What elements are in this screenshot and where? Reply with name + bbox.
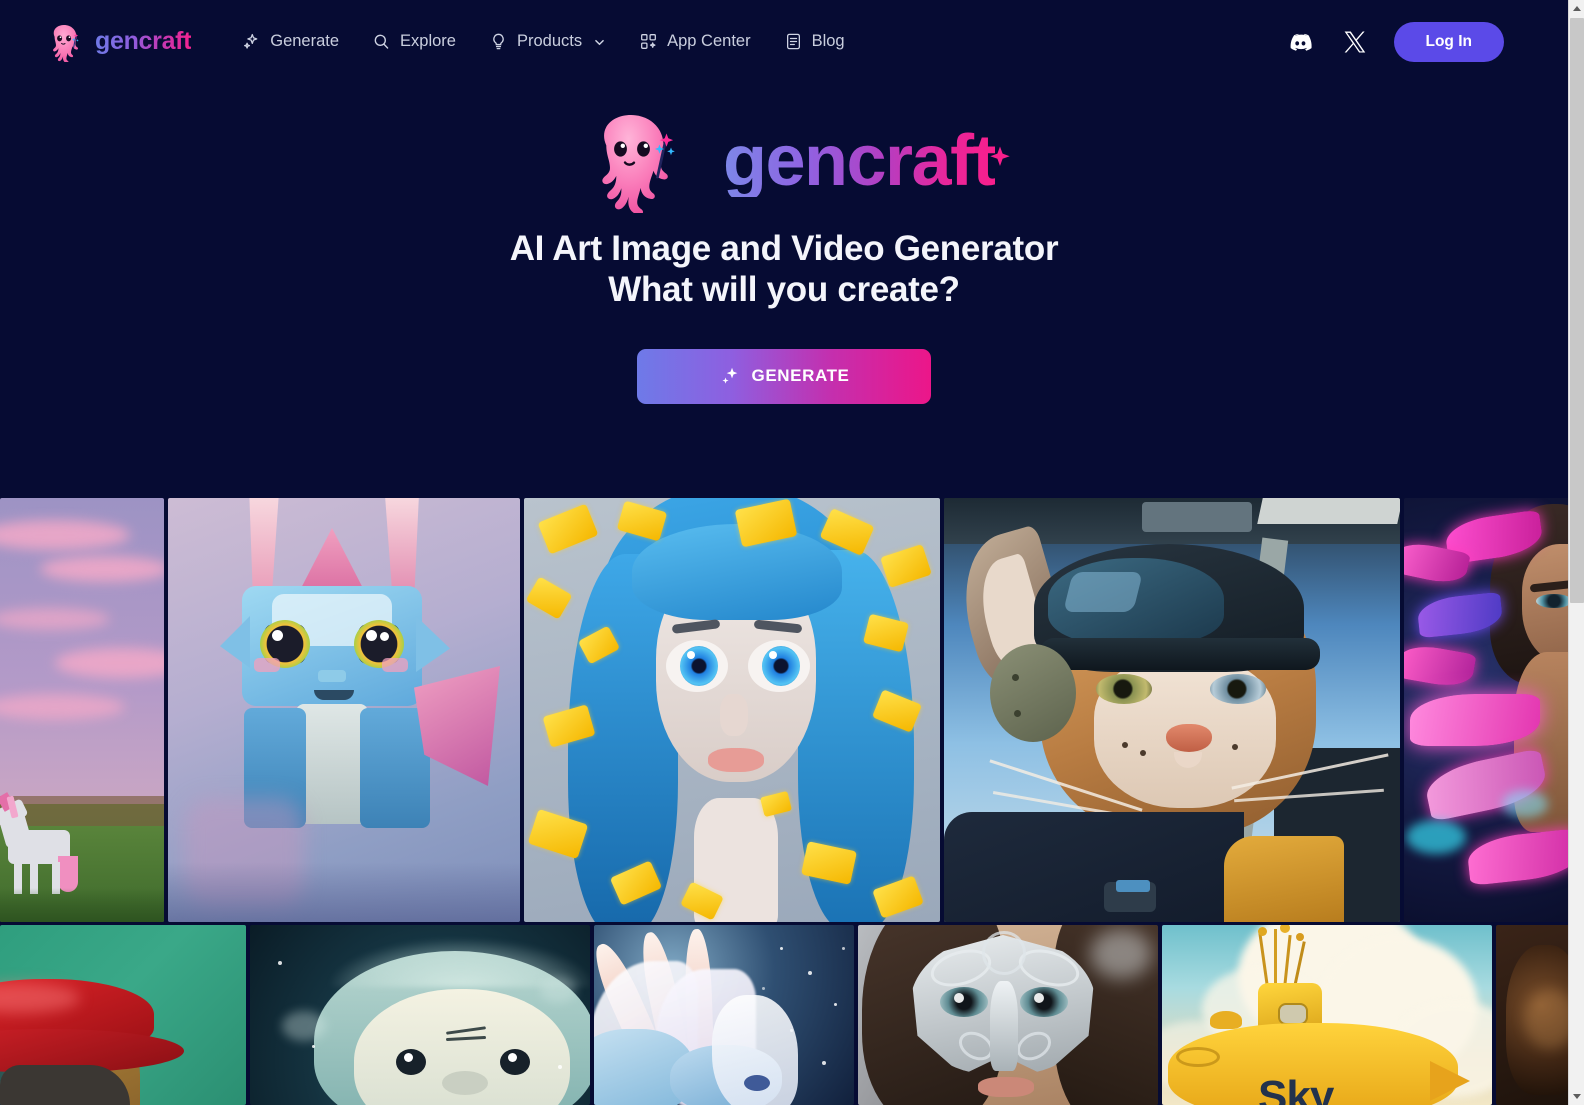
- nav-label: Blog: [811, 32, 845, 50]
- octopus-logo-icon: [44, 22, 86, 63]
- artwork-dark-portrait: [1496, 925, 1568, 1105]
- gallery-image-neon-fish-woman[interactable]: [1404, 498, 1568, 922]
- lightbulb-icon: [489, 32, 508, 51]
- octopus-with-wand-icon: [583, 109, 701, 215]
- cta-container: GENERATE: [0, 348, 1568, 404]
- hero-section: gencraft AI Art Image and Video Generato…: [0, 83, 1568, 404]
- generate-button[interactable]: GENERATE: [637, 348, 931, 404]
- vertical-scrollbar[interactable]: [1568, 0, 1584, 1105]
- artwork-blue-hair-girl: [524, 498, 940, 922]
- artwork-voxel-dragon: [168, 498, 520, 922]
- gallery-row-2: Sky: [0, 925, 1568, 1105]
- article-icon: [784, 32, 803, 51]
- gallery-image-turtle-hat[interactable]: [0, 925, 246, 1105]
- hero-logo: gencraft: [0, 109, 1568, 215]
- sparkles-icon: [719, 365, 741, 387]
- sparkles-icon: [242, 32, 261, 51]
- page-root: gencraft Generate Explore Products App C…: [0, 0, 1584, 1105]
- grid-apps-icon: [639, 32, 658, 51]
- scroll-up-arrow-icon[interactable]: [1569, 0, 1584, 17]
- artwork-unicorn: [0, 498, 164, 922]
- nav-item-products[interactable]: Products: [474, 24, 621, 59]
- gallery-image-ice-dragon[interactable]: [594, 925, 854, 1105]
- header-actions: Log In: [1286, 21, 1549, 62]
- artwork-cat-pilot: [944, 498, 1400, 922]
- hero-brand-text: gencraft: [723, 125, 1010, 197]
- artwork-masquerade-mask: [858, 925, 1158, 1105]
- artwork-seal-pup: [250, 925, 590, 1105]
- scrollbar-thumb[interactable]: [1570, 18, 1584, 603]
- gallery-image-cat-pilot[interactable]: [944, 498, 1400, 922]
- gallery-image-voxel-dragon[interactable]: [168, 498, 520, 922]
- x-twitter-icon[interactable]: [1340, 28, 1368, 56]
- nav-item-generate[interactable]: Generate: [227, 24, 354, 59]
- gallery-image-yellow-submarine[interactable]: Sky: [1162, 925, 1492, 1105]
- artwork-turtle-hat: [0, 925, 246, 1105]
- hero-brand-label: gencraft: [722, 121, 996, 201]
- headline-line-2: What will you create?: [608, 269, 960, 309]
- browser-viewport: gencraft Generate Explore Products App C…: [0, 0, 1568, 1105]
- nav-item-app-center[interactable]: App Center: [624, 24, 765, 59]
- gallery-image-dark-portrait[interactable]: [1496, 925, 1568, 1105]
- site-header: gencraft Generate Explore Products App C…: [0, 0, 1568, 83]
- gallery-image-unicorn[interactable]: [0, 498, 164, 922]
- brand-name-text: gencraft: [95, 27, 192, 55]
- nav-label: App Center: [667, 32, 751, 50]
- nav-item-blog[interactable]: Blog: [769, 24, 860, 59]
- gallery-row-1: [0, 498, 1568, 922]
- search-icon: [372, 32, 391, 51]
- login-button[interactable]: Log In: [1393, 21, 1504, 62]
- artwork-yellow-submarine: Sky: [1162, 925, 1492, 1105]
- sparkle-accent-icon: [987, 111, 1013, 166]
- gallery-image-blue-hair-girl[interactable]: [524, 498, 940, 922]
- gallery-image-masquerade-mask[interactable]: [858, 925, 1158, 1105]
- nav-label: Explore: [400, 32, 456, 50]
- page-title: AI Art Image and Video Generator What wi…: [0, 229, 1568, 311]
- headline-line-1: AI Art Image and Video Generator: [509, 229, 1059, 268]
- discord-icon[interactable]: [1286, 28, 1314, 56]
- artwork-ice-dragon: [594, 925, 854, 1105]
- artwork-neon-fish-woman: [1404, 498, 1568, 922]
- nav-item-explore[interactable]: Explore: [357, 24, 471, 59]
- scroll-down-arrow-icon[interactable]: [1569, 1088, 1584, 1105]
- main-navigation: Generate Explore Products App Center Blo…: [227, 24, 859, 59]
- nav-label: Products: [516, 32, 583, 50]
- gallery-image-seal-pup[interactable]: [250, 925, 590, 1105]
- generate-button-label: GENERATE: [751, 366, 850, 386]
- chevron-down-icon: [593, 35, 606, 48]
- nav-label: Generate: [270, 32, 340, 50]
- image-gallery: Sky: [0, 498, 1568, 1105]
- brand-logo[interactable]: gencraft: [44, 22, 192, 63]
